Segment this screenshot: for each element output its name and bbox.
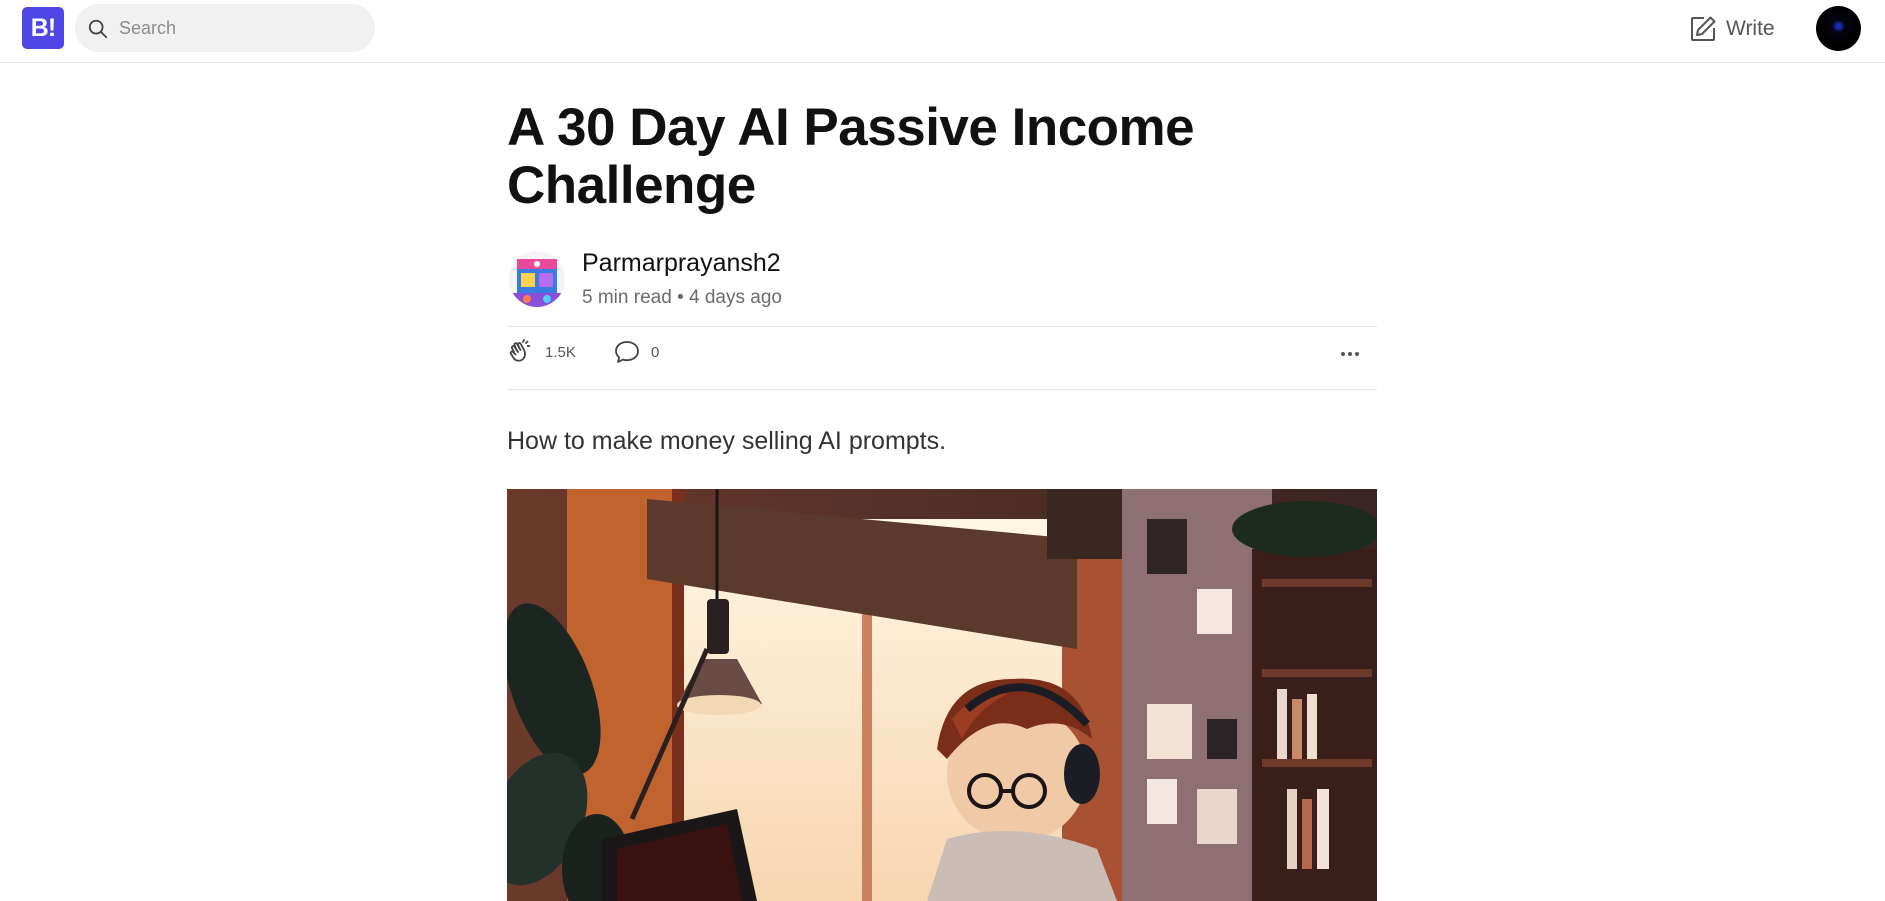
hero-image xyxy=(507,489,1377,901)
clap-count: 1.5K xyxy=(545,343,576,361)
clap-button[interactable]: 1.5K xyxy=(507,338,576,366)
author-avatar[interactable] xyxy=(509,251,565,307)
more-icon[interactable] xyxy=(1335,340,1365,364)
author-name[interactable]: Parmarprayansh2 xyxy=(582,249,781,278)
write-button[interactable]: Write xyxy=(1688,12,1775,46)
search-bar[interactable] xyxy=(75,4,375,52)
divider-bottom xyxy=(507,389,1377,390)
article-actions: 1.5K 0 xyxy=(507,328,1377,380)
write-label: Write xyxy=(1726,17,1775,40)
user-avatar[interactable] xyxy=(1816,6,1861,51)
comment-icon xyxy=(615,341,639,363)
search-input[interactable] xyxy=(117,4,357,52)
site-logo[interactable]: B! xyxy=(22,7,64,49)
author-row: Parmarprayansh2 5 min read • 4 days ago xyxy=(507,249,1377,319)
read-time: 5 min read xyxy=(582,287,672,308)
comment-count: 0 xyxy=(651,343,660,361)
article-meta: 5 min read • 4 days ago xyxy=(582,287,782,309)
edit-icon xyxy=(1691,16,1716,41)
article-subtitle: How to make money selling AI prompts. xyxy=(507,427,947,455)
top-navigation: B! Write xyxy=(0,0,1885,63)
clap-icon xyxy=(509,339,531,362)
post-date: 4 days ago xyxy=(689,287,782,308)
meta-separator: • xyxy=(677,287,684,308)
comment-button[interactable]: 0 xyxy=(613,338,659,366)
divider-top xyxy=(507,326,1377,327)
search-icon xyxy=(88,19,108,39)
article-title: A 30 Day AI Passive Income Challenge xyxy=(507,98,1195,215)
